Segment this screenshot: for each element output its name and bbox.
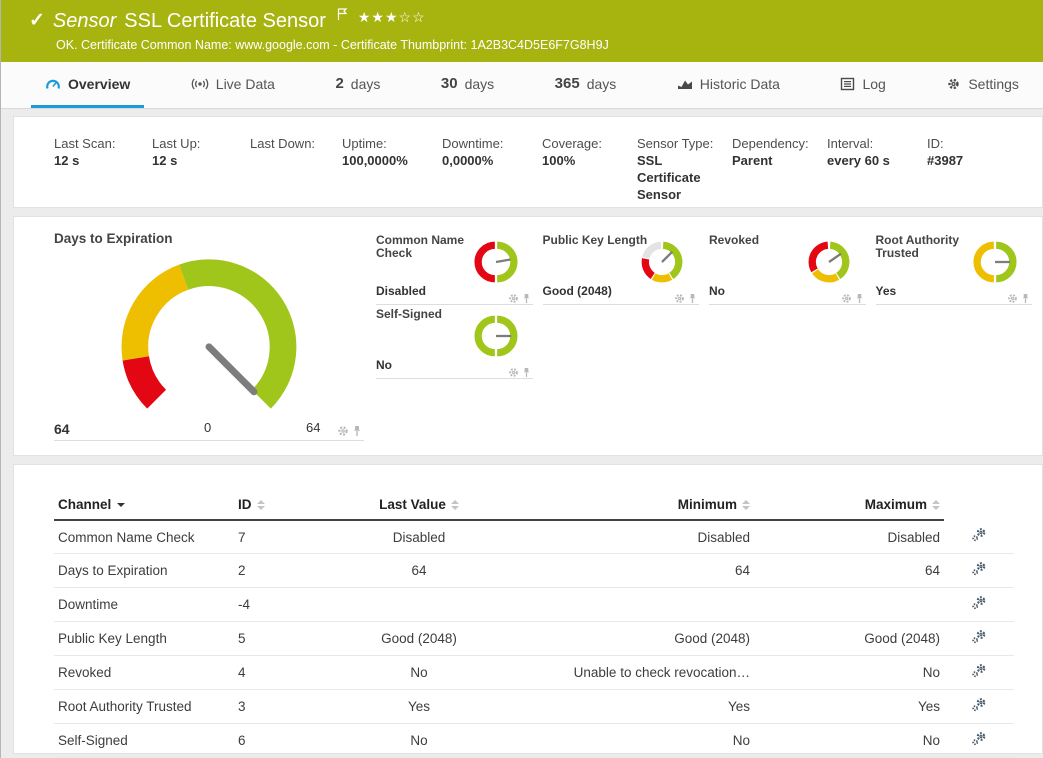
pin-icon[interactable] <box>352 425 362 437</box>
channel-gauges-grid: Common Name Check Disabled Public Key Le… <box>376 231 1032 455</box>
info-id: ID: #3987 <box>927 135 1032 207</box>
table-row: Common Name Check 7 Disabled Disabled Di… <box>54 520 1014 554</box>
gear-icon[interactable] <box>508 367 519 378</box>
gauge-root-authority-trusted[interactable]: Root Authority Trusted Yes <box>876 231 1033 305</box>
channel-settings-icon[interactable] <box>971 561 987 580</box>
empty-gauge-cell <box>876 305 1033 379</box>
channel-name[interactable]: Public Key Length <box>54 622 234 656</box>
column-header-id[interactable]: ID <box>234 493 324 520</box>
info-last-down: Last Down: <box>250 135 342 207</box>
tab-bar: Overview Live Data 2 days 30 days 365 da… <box>1 62 1043 109</box>
channel-settings-icon[interactable] <box>971 629 987 648</box>
tab-2-days[interactable]: 2 days <box>321 62 394 108</box>
table-row: Self-Signed 6 No No No <box>54 724 1014 758</box>
pin-icon[interactable] <box>855 293 864 304</box>
gauge-scale-max: 64 <box>306 420 320 435</box>
column-header-last-value[interactable]: Last Value <box>324 493 514 520</box>
info-uptime: Uptime: 100,0000% <box>342 135 442 207</box>
info-dependency: Dependency: Parent <box>732 135 827 207</box>
column-header-settings <box>944 493 1014 520</box>
gear-icon[interactable] <box>337 425 349 437</box>
channel-name[interactable]: Self-Signed <box>54 724 234 758</box>
pin-icon[interactable] <box>522 367 531 378</box>
channel-table-panel: Channel ID Last Value Minimum Maximum Co… <box>13 464 1043 754</box>
pin-icon[interactable] <box>1021 293 1030 304</box>
gear-icon <box>946 77 961 91</box>
channel-settings-icon[interactable] <box>971 527 987 546</box>
column-header-minimum[interactable]: Minimum <box>514 493 754 520</box>
days-to-expiration-gauge <box>84 248 334 416</box>
info-coverage: Coverage: 100% <box>542 135 637 207</box>
gauge-current-value: 64 <box>54 421 70 437</box>
channel-name[interactable]: Root Authority Trusted <box>54 690 234 724</box>
channel-settings-icon[interactable] <box>971 663 987 682</box>
status-ok-icon: ✓ <box>29 8 45 34</box>
tab-log[interactable]: Log <box>826 62 899 108</box>
table-row: Public Key Length 5 Good (2048) Good (20… <box>54 622 1014 656</box>
info-last-up: Last Up: 12 s <box>152 135 250 207</box>
channel-name[interactable]: Common Name Check <box>54 520 234 554</box>
tab-live-data[interactable]: Live Data <box>177 62 289 108</box>
empty-gauge-cell <box>709 305 866 379</box>
gauge-public-key-length[interactable]: Public Key Length Good (2048) <box>543 231 700 305</box>
tab-settings[interactable]: Settings <box>932 62 1033 108</box>
info-downtime: Downtime: 0,0000% <box>442 135 542 207</box>
sensor-info-strip: Last Scan: 12 s Last Up: 12 s Last Down:… <box>13 116 1043 208</box>
gear-icon[interactable] <box>674 293 685 304</box>
column-header-maximum[interactable]: Maximum <box>754 493 944 520</box>
channel-settings-icon[interactable] <box>971 731 987 750</box>
table-row: Revoked 4 No Unable to check revocation…… <box>54 656 1014 690</box>
info-last-scan: Last Scan: 12 s <box>54 135 152 207</box>
column-header-channel[interactable]: Channel <box>54 493 234 520</box>
sort-desc-icon <box>117 503 125 507</box>
live-signal-icon <box>191 77 209 91</box>
gauge-needle <box>209 347 254 392</box>
table-row: Root Authority Trusted 3 Yes Yes Yes <box>54 690 1014 724</box>
log-icon <box>840 77 855 91</box>
empty-gauge-cell <box>543 305 700 379</box>
info-sensor-type: Sensor Type: SSL Certificate Sensor <box>637 135 732 207</box>
common-name-check-ring <box>473 239 519 285</box>
tab-365-days[interactable]: 365 days <box>541 62 631 108</box>
channel-table: Channel ID Last Value Minimum Maximum Co… <box>54 493 1014 758</box>
gear-icon[interactable] <box>1007 293 1018 304</box>
priority-stars[interactable]: ★★★☆☆ <box>358 4 426 30</box>
gear-icon[interactable] <box>841 293 852 304</box>
self-signed-ring <box>473 313 519 359</box>
channel-settings-icon[interactable] <box>971 697 987 716</box>
channel-name[interactable]: Revoked <box>54 656 234 690</box>
priority-flag-icon[interactable] <box>336 4 348 30</box>
object-kind-label: Sensor <box>53 8 116 34</box>
main-gauge-days-to-expiration[interactable]: Days to Expiration 64 0 64 <box>54 231 364 441</box>
public-key-length-ring <box>639 239 685 285</box>
sort-icon <box>451 500 459 510</box>
sensor-status-message: OK. Certificate Common Name: www.google.… <box>29 34 1043 52</box>
sensor-header: ✓ Sensor SSL Certificate Sensor ★★★☆☆ OK… <box>1 0 1043 62</box>
sort-icon <box>742 500 750 510</box>
gear-icon[interactable] <box>508 293 519 304</box>
tab-overview[interactable]: Overview <box>31 62 144 108</box>
table-row: Downtime -4 <box>54 588 1014 622</box>
gauge-scale-min: 0 <box>204 420 211 435</box>
sort-icon <box>932 500 940 510</box>
revoked-ring <box>806 239 852 285</box>
channel-name[interactable]: Days to Expiration <box>54 554 234 588</box>
page-title: SSL Certificate Sensor <box>124 8 326 34</box>
gauge-self-signed[interactable]: Self-Signed No <box>376 305 533 379</box>
tab-30-days[interactable]: 30 days <box>427 62 508 108</box>
tab-historic-data[interactable]: Historic Data <box>663 62 794 108</box>
sort-icon <box>257 500 265 510</box>
gauge-icon <box>45 77 61 91</box>
table-row: Days to Expiration 2 64 64 64 <box>54 554 1014 588</box>
channel-settings-icon[interactable] <box>971 595 987 614</box>
channel-name[interactable]: Downtime <box>54 588 234 622</box>
pin-icon[interactable] <box>522 293 531 304</box>
pin-icon[interactable] <box>688 293 697 304</box>
historic-chart-icon <box>677 77 693 91</box>
info-interval: Interval: every 60 s <box>827 135 927 207</box>
gauge-common-name-check[interactable]: Common Name Check Disabled <box>376 231 533 305</box>
gauge-revoked[interactable]: Revoked No <box>709 231 866 305</box>
gauges-panel: Days to Expiration 64 0 64 <box>13 216 1043 456</box>
root-authority-trusted-ring <box>972 239 1018 285</box>
